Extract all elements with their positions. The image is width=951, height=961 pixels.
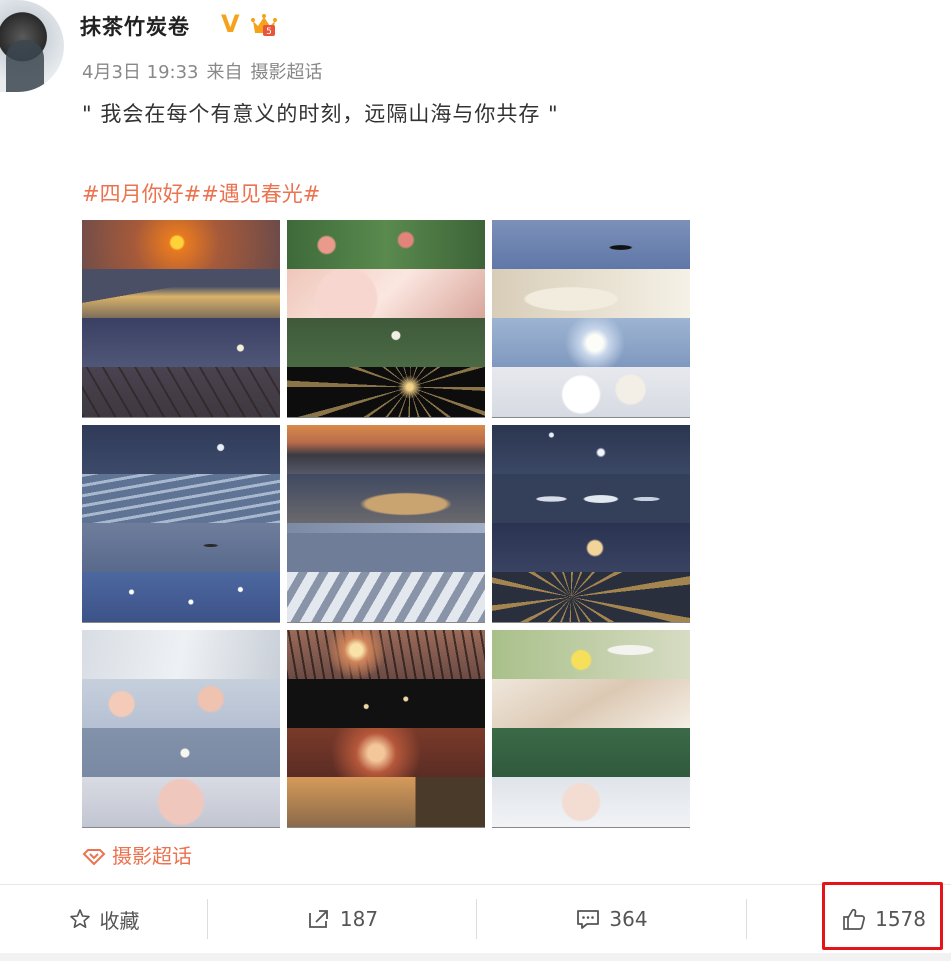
- image-strip: [82, 728, 280, 778]
- favorite-button[interactable]: 收藏: [0, 885, 207, 953]
- image-strip: [287, 318, 485, 368]
- favorite-label: 收藏: [99, 908, 140, 933]
- image-strip: [82, 425, 280, 475]
- image-strip: [287, 474, 485, 524]
- post-meta: 4月3日 19:33 来自 摄影超话: [82, 58, 331, 84]
- grid-image[interactable]: [492, 630, 690, 828]
- grid-image[interactable]: [287, 220, 485, 418]
- image-strip: [287, 728, 485, 778]
- comment-count: 364: [609, 907, 648, 931]
- topic-link-label: 摄影超话: [112, 844, 192, 868]
- grid-image[interactable]: [82, 220, 280, 418]
- image-strip: [287, 523, 485, 573]
- image-strip: [82, 572, 280, 622]
- comment-button[interactable]: 364: [477, 885, 746, 953]
- image-strip: [287, 679, 485, 729]
- source-prefix: 来自: [206, 62, 243, 83]
- grid-image[interactable]: [287, 425, 485, 623]
- repost-button[interactable]: 187: [208, 885, 476, 953]
- image-strip: [82, 523, 280, 573]
- repost-count: 187: [339, 907, 379, 931]
- image-strip: [82, 474, 280, 524]
- image-strip: [287, 220, 485, 270]
- image-strip: [492, 728, 690, 778]
- image-strip: [492, 523, 690, 573]
- image-strip: [492, 220, 690, 270]
- comment-icon: [577, 910, 600, 929]
- image-strip: [492, 572, 690, 622]
- image-strip: [82, 679, 280, 729]
- image-strip: [492, 474, 690, 524]
- image-strip: [492, 425, 690, 475]
- image-strip: [82, 367, 280, 417]
- hashtags: #四月你好##遇见春光#: [82, 178, 320, 208]
- post-source-link[interactable]: 摄影超话: [251, 62, 323, 83]
- hashtag-link[interactable]: #遇见春光#: [201, 182, 320, 206]
- supertopic-icon: [82, 849, 106, 866]
- post-text: " 我会在每个有意义的时刻，远隔山海与你共存 ": [82, 102, 559, 126]
- grid-image[interactable]: [82, 630, 280, 828]
- author-avatar[interactable]: [0, 0, 64, 92]
- image-strip: [287, 425, 485, 475]
- image-strip: [287, 777, 485, 827]
- grid-image[interactable]: [287, 630, 485, 828]
- image-grid: [82, 220, 690, 828]
- hashtag-link[interactable]: #四月你好#: [82, 182, 201, 206]
- share-icon: [309, 910, 328, 928]
- image-strip: [82, 777, 280, 827]
- svg-text:5: 5: [266, 27, 272, 37]
- grid-image[interactable]: [492, 425, 690, 623]
- author-name[interactable]: 抹茶竹炭卷: [80, 11, 190, 41]
- grid-image[interactable]: [492, 220, 690, 418]
- image-strip: [82, 220, 280, 270]
- image-strip: [492, 630, 690, 680]
- image-strip: [492, 777, 690, 827]
- post-date[interactable]: 4月3日 19:33: [82, 62, 199, 83]
- image-strip: [287, 630, 485, 680]
- vip-crown-icon: 5: [251, 14, 277, 37]
- image-strip: [287, 367, 485, 417]
- image-strip: [82, 318, 280, 368]
- image-strip: [492, 269, 690, 319]
- grid-image[interactable]: [82, 425, 280, 623]
- verified-v-icon: V: [221, 10, 240, 38]
- image-strip: [492, 679, 690, 729]
- image-strip: [492, 367, 690, 417]
- topic-link[interactable]: 摄影超话: [82, 840, 192, 869]
- action-bar: 收藏 187 364 1578: [0, 884, 951, 961]
- image-strip: [82, 630, 280, 680]
- image-strip: [287, 269, 485, 319]
- like-highlight-box: [822, 882, 943, 950]
- image-strip: [287, 572, 485, 622]
- image-strip: [82, 269, 280, 319]
- star-icon: [69, 909, 90, 928]
- image-strip: [492, 318, 690, 368]
